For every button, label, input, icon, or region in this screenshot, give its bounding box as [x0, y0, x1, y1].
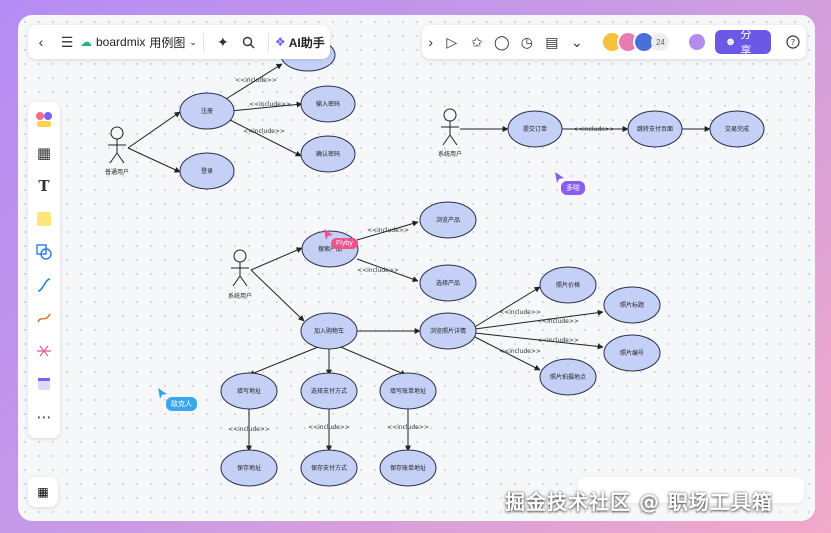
- node-label: 照片价格: [556, 281, 580, 289]
- include-label: <<include>>: [235, 77, 277, 84]
- node-label: 照片编号: [620, 349, 644, 357]
- node-label: 填写账单地址: [390, 387, 426, 395]
- app-window: <<include>> <<include>> <<include>> <<in…: [18, 15, 815, 521]
- shape-icon[interactable]: [32, 240, 56, 264]
- node-label: 保存账单地址: [390, 464, 426, 472]
- left-toolbar: ▦ T ⋯: [28, 102, 60, 438]
- include-label: <<include>>: [537, 337, 579, 344]
- include-label: <<include>>: [228, 426, 270, 433]
- actor-system-2[interactable]: [231, 249, 249, 287]
- share-user-icon: ☻: [724, 36, 737, 48]
- comment-icon[interactable]: ◯: [489, 29, 514, 55]
- include-label: <<include>>: [308, 424, 350, 431]
- doc-title: 用例图: [149, 35, 186, 50]
- ai-assistant-button[interactable]: ❖ AI助手: [275, 34, 325, 51]
- template-icon[interactable]: [32, 108, 56, 132]
- collaborator-count: 24: [651, 33, 670, 51]
- cursor-label-duoduo: 多啦: [561, 181, 585, 195]
- play-icon[interactable]: ▷: [439, 29, 464, 55]
- node-label: 选择产品: [436, 279, 460, 287]
- more-chevron-icon[interactable]: ⌄: [564, 29, 589, 55]
- node-label: 输入密码: [316, 100, 340, 108]
- collapse-chevron-icon[interactable]: ›: [422, 29, 439, 55]
- node-label: 确认密码: [316, 150, 340, 158]
- divider: [267, 33, 269, 51]
- minimap-icon: ▦: [37, 485, 49, 499]
- brand-name: boardmix: [96, 35, 146, 49]
- actor-label: 系统用户: [228, 292, 252, 300]
- share-label: 分享: [740, 29, 752, 57]
- include-label: <<include>>: [573, 126, 615, 133]
- actor-system-1[interactable]: [441, 108, 459, 146]
- diagram-canvas[interactable]: <<include>> <<include>> <<include>> <<in…: [18, 15, 815, 521]
- actor-user[interactable]: [108, 126, 126, 164]
- user-avatar[interactable]: [687, 32, 707, 52]
- cursor-arrow-blue: [158, 388, 167, 399]
- node-label: 提交订单: [523, 125, 547, 133]
- back-chevron-icon[interactable]: ‹: [28, 29, 54, 55]
- node-label: 填写地址: [237, 387, 261, 395]
- node-label: 浏览产品: [436, 216, 460, 224]
- celebrate-icon[interactable]: ✩: [464, 29, 489, 55]
- chart-icon[interactable]: ▤: [539, 29, 564, 55]
- include-label: <<include>>: [537, 318, 579, 325]
- cloud-icon: ☁: [80, 35, 92, 49]
- watermark: 掘金技术社区 @ 职场工具箱: [505, 490, 773, 514]
- include-label: <<include>>: [387, 424, 429, 431]
- svg-text:?: ?: [791, 38, 795, 47]
- ai-logo-icon: ❖: [274, 35, 286, 49]
- top-left-toolbar: ‹ ☰ ☁ boardmix 用例图 ⌄ ✦ ❖ AI助手: [28, 25, 330, 59]
- cursor-label-flyby: Flyby: [331, 238, 358, 249]
- include-label: <<include>>: [357, 267, 399, 274]
- share-button[interactable]: ☻ 分享: [714, 29, 771, 57]
- table-icon[interactable]: [32, 372, 56, 396]
- node-label: 照片拍摄地点: [550, 373, 586, 381]
- node-label: 浏览照片详情: [430, 327, 466, 335]
- pen-icon[interactable]: [32, 306, 56, 330]
- menu-icon[interactable]: ☰: [54, 29, 80, 55]
- node-label: 跳转支付页面: [637, 125, 673, 133]
- node-label: 加入购物车: [314, 327, 344, 335]
- more-icon[interactable]: ⋯: [32, 405, 56, 429]
- include-label: <<include>>: [243, 128, 285, 135]
- minimap-button[interactable]: ▦: [28, 477, 58, 507]
- node-label: 登录: [201, 167, 213, 175]
- brand[interactable]: ☁ boardmix 用例图 ⌄: [80, 34, 197, 51]
- include-label: <<include>>: [499, 309, 541, 316]
- actor-label: 普通用户: [105, 168, 129, 176]
- search-icon[interactable]: [236, 29, 262, 55]
- chevron-down-icon[interactable]: ⌄: [189, 37, 197, 48]
- connector-icon[interactable]: [32, 273, 56, 297]
- timer-icon[interactable]: ◷: [514, 29, 539, 55]
- ai-assistant-label: AI助手: [288, 35, 325, 50]
- include-label: <<include>>: [367, 227, 409, 234]
- node-label: 保存地址: [237, 464, 261, 472]
- frame-icon[interactable]: ▦: [32, 141, 56, 165]
- cursor-label-anonymous: 敌克人: [166, 397, 197, 411]
- help-icon[interactable]: ?: [781, 29, 806, 55]
- node-label: 选择支付方式: [311, 387, 347, 395]
- include-label: <<include>>: [499, 348, 541, 355]
- tag-icon[interactable]: ✦: [210, 29, 236, 55]
- text-icon[interactable]: T: [32, 174, 56, 198]
- collaborators[interactable]: 24: [601, 31, 670, 53]
- include-label: <<include>>: [249, 101, 291, 108]
- divider: [202, 33, 204, 51]
- mindmap-icon[interactable]: [32, 339, 56, 363]
- actor-label: 系统用户: [438, 150, 462, 158]
- node-label: 注册: [201, 107, 213, 115]
- node-label: 照片标题: [620, 301, 644, 309]
- top-right-toolbar: › ▷ ✩ ◯ ◷ ▤ ⌄ 24 ☻ 分享 ?: [422, 25, 806, 59]
- node-label: 交易完成: [725, 125, 749, 133]
- sticky-note-icon[interactable]: [32, 207, 56, 231]
- node-label: 保存支付方式: [311, 464, 347, 472]
